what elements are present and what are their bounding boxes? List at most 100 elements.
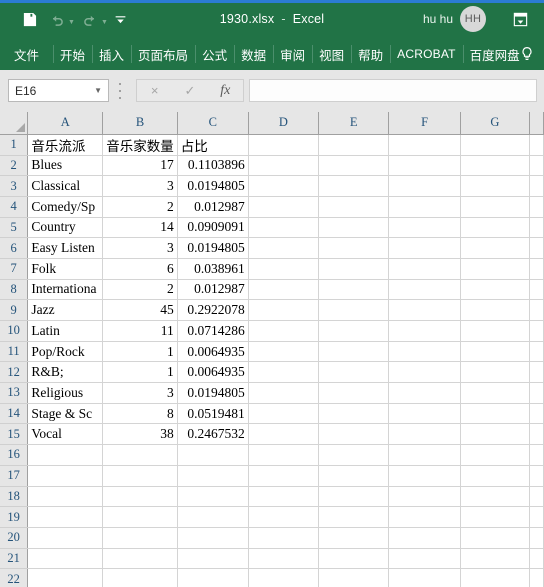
cell-h22[interactable] — [529, 568, 544, 587]
account-area[interactable]: hu hu HH — [423, 0, 486, 38]
cell-f5[interactable] — [388, 217, 461, 239]
cell-a18[interactable] — [27, 486, 104, 508]
cell-h11[interactable] — [529, 341, 544, 363]
tab-view[interactable]: 视图 — [312, 38, 351, 70]
cell-f8[interactable] — [388, 279, 461, 301]
row-header-13[interactable]: 13 — [0, 382, 29, 404]
column-header-d[interactable]: D — [248, 112, 320, 135]
cell-c15[interactable]: 0.2467532 — [177, 423, 249, 446]
cell-a15[interactable]: Vocal — [27, 423, 104, 446]
cell-c3[interactable]: 0.0194805 — [177, 175, 249, 197]
cell-c1[interactable]: 占比 — [177, 134, 249, 156]
cell-c8[interactable]: 0.012987 — [177, 279, 249, 301]
row-header-8[interactable]: 8 — [0, 279, 29, 301]
cell-e18[interactable] — [318, 486, 390, 508]
cell-e5[interactable] — [318, 217, 390, 239]
cell-c22[interactable] — [177, 568, 249, 587]
cell-c17[interactable] — [177, 465, 249, 487]
cell-b14[interactable]: 8 — [102, 403, 178, 425]
cell-f7[interactable] — [388, 258, 461, 280]
cell-b17[interactable] — [102, 465, 178, 487]
cell-g17[interactable] — [460, 465, 531, 487]
cell-a12[interactable]: R&B; — [27, 361, 104, 384]
cell-d2[interactable] — [248, 155, 320, 177]
cell-h14[interactable] — [529, 403, 544, 425]
cell-g13[interactable] — [460, 382, 531, 404]
cell-a11[interactable]: Pop/Rock — [27, 341, 104, 363]
cell-e14[interactable] — [318, 403, 390, 425]
tab-help[interactable]: 帮助 — [351, 38, 390, 70]
row-header-12[interactable]: 12 — [0, 361, 29, 384]
undo-icon[interactable] — [44, 7, 70, 31]
cell-e21[interactable] — [318, 548, 390, 570]
cell-d7[interactable] — [248, 258, 320, 280]
undo-button[interactable]: ▼ — [44, 7, 75, 31]
cell-a16[interactable] — [27, 444, 104, 466]
cell-e4[interactable] — [318, 196, 390, 218]
cell-b15[interactable]: 38 — [102, 423, 178, 446]
cell-c16[interactable] — [177, 444, 249, 466]
cell-h12[interactable] — [529, 361, 544, 384]
cell-b4[interactable]: 2 — [102, 196, 178, 218]
cell-b12[interactable]: 1 — [102, 361, 178, 384]
cell-a14[interactable]: Stage & Sc — [27, 403, 104, 425]
column-header-e[interactable]: E — [318, 112, 390, 135]
cell-c5[interactable]: 0.0909091 — [177, 217, 249, 239]
row-header-6[interactable]: 6 — [0, 237, 29, 259]
cell-c6[interactable]: 0.0194805 — [177, 237, 249, 259]
cell-d8[interactable] — [248, 279, 320, 301]
cell-d18[interactable] — [248, 486, 320, 508]
cell-f13[interactable] — [388, 382, 461, 404]
cell-g3[interactable] — [460, 175, 531, 197]
spreadsheet-grid[interactable]: A B C D E F G 1 音乐流派 音乐家数量 占比 2 Blues 17… — [0, 112, 544, 587]
cell-d12[interactable] — [248, 361, 320, 384]
cell-e8[interactable] — [318, 279, 390, 301]
cell-b1[interactable]: 音乐家数量 — [102, 134, 178, 156]
row-header-21[interactable]: 21 — [0, 548, 29, 570]
cell-c11[interactable]: 0.0064935 — [177, 341, 249, 363]
cell-e2[interactable] — [318, 155, 390, 177]
column-header-h[interactable] — [529, 112, 544, 135]
lightbulb-icon[interactable] — [516, 43, 538, 65]
cell-f20[interactable] — [388, 527, 461, 549]
chevron-down-icon[interactable]: ▼ — [94, 86, 102, 95]
formula-bar-grip[interactable] — [118, 83, 122, 99]
row-header-20[interactable]: 20 — [0, 527, 29, 549]
cell-e15[interactable] — [318, 423, 390, 446]
cell-h19[interactable] — [529, 506, 544, 528]
insert-function-icon[interactable]: fx — [208, 83, 243, 99]
cell-d5[interactable] — [248, 217, 320, 239]
tab-formulas[interactable]: 公式 — [195, 38, 234, 70]
cell-b16[interactable] — [102, 444, 178, 466]
cell-d1[interactable] — [248, 134, 320, 156]
cell-g2[interactable] — [460, 155, 531, 177]
cell-f6[interactable] — [388, 237, 461, 259]
cell-g14[interactable] — [460, 403, 531, 425]
cell-e3[interactable] — [318, 175, 390, 197]
cell-g18[interactable] — [460, 486, 531, 508]
cell-f21[interactable] — [388, 548, 461, 570]
cell-h1[interactable] — [529, 134, 544, 156]
cell-g19[interactable] — [460, 506, 531, 528]
cell-g22[interactable] — [460, 568, 531, 587]
row-header-18[interactable]: 18 — [0, 486, 29, 508]
cell-d9[interactable] — [248, 299, 320, 321]
cell-d17[interactable] — [248, 465, 320, 487]
cell-h2[interactable] — [529, 155, 544, 177]
cell-h15[interactable] — [529, 423, 544, 446]
cell-e19[interactable] — [318, 506, 390, 528]
undo-dropdown-caret[interactable]: ▼ — [68, 19, 75, 26]
cell-g8[interactable] — [460, 279, 531, 301]
cell-b9[interactable]: 45 — [102, 299, 178, 321]
cell-g9[interactable] — [460, 299, 531, 321]
cell-b5[interactable]: 14 — [102, 217, 178, 239]
cell-a5[interactable]: Country — [27, 217, 104, 239]
cell-d19[interactable] — [248, 506, 320, 528]
row-header-19[interactable]: 19 — [0, 506, 29, 528]
column-header-g[interactable]: G — [460, 112, 531, 135]
row-header-16[interactable]: 16 — [0, 444, 29, 466]
cell-b6[interactable]: 3 — [102, 237, 178, 259]
row-header-17[interactable]: 17 — [0, 465, 29, 487]
cell-h4[interactable] — [529, 196, 544, 218]
cell-d4[interactable] — [248, 196, 320, 218]
